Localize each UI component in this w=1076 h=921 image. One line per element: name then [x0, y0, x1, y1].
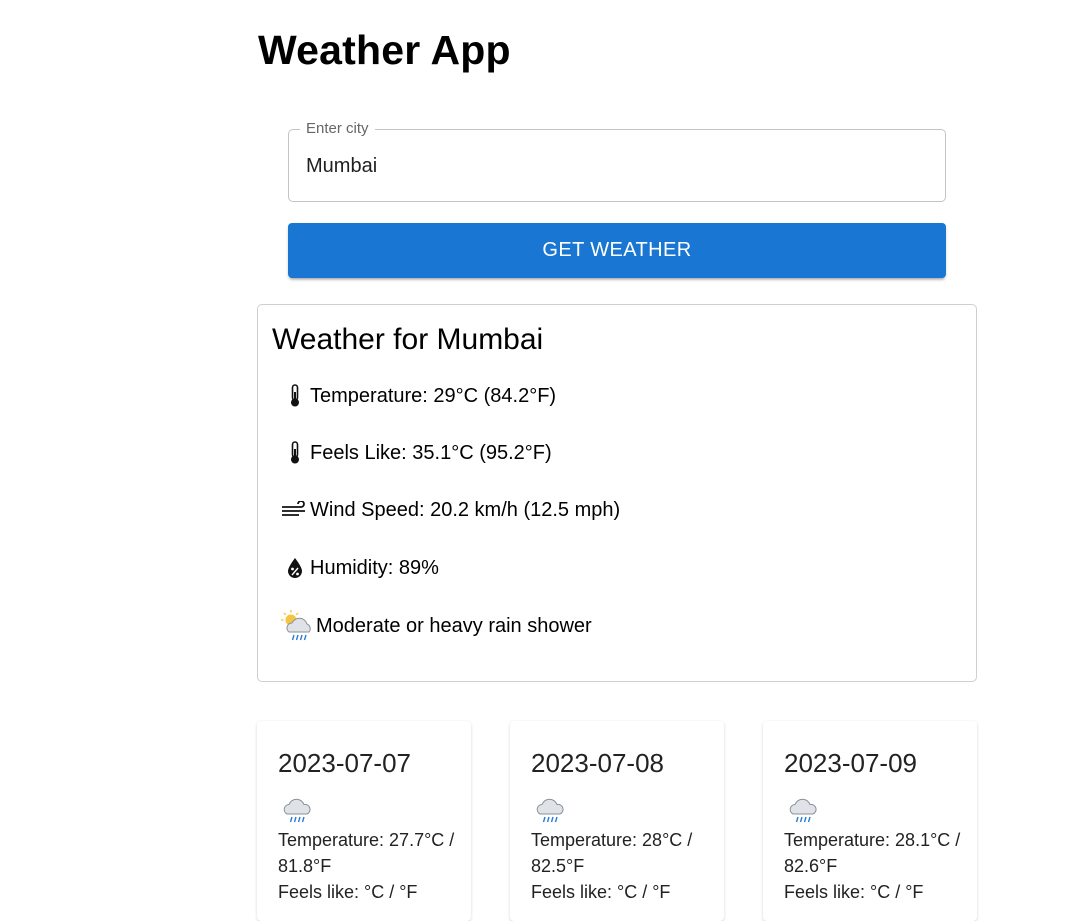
condition-row: Moderate or heavy rain shower	[280, 608, 592, 644]
rain-cloud-icon	[786, 792, 820, 826]
get-weather-button[interactable]: GET WEATHER	[288, 223, 946, 278]
forecast-date: 2023-07-08	[531, 748, 664, 778]
forecast-date: 2023-07-09	[784, 748, 917, 778]
rain-cloud-icon	[280, 792, 314, 826]
forecast-card: 2023-07-07 Temperature: 27.7°C / 81.8°F …	[257, 721, 471, 921]
app-title: Weather App	[258, 27, 511, 73]
city-input[interactable]	[306, 152, 926, 180]
city-field[interactable]: Enter city	[288, 120, 946, 202]
forecast-feels-like: Feels like: °C / °F	[531, 882, 671, 902]
forecast-feels-like: Feels like: °C / °F	[784, 882, 924, 902]
feels-like-text: Feels Like: 35.1°C (95.2°F)	[310, 441, 552, 464]
rain-cloud-icon	[533, 792, 567, 826]
current-weather-title: Weather for Mumbai	[272, 323, 544, 356]
forecast-date: 2023-07-07	[278, 748, 411, 778]
current-weather-card: Weather for Mumbai Temperature: 29°C (84…	[257, 304, 977, 682]
forecast-details: Temperature: 28.1°C / 82.6°F Feels like:…	[784, 827, 964, 905]
feels-like-row: Feels Like: 35.1°C (95.2°F)	[280, 438, 552, 468]
thermometer-icon	[280, 381, 310, 411]
forecast-details: Temperature: 27.7°C / 81.8°F Feels like:…	[278, 827, 458, 905]
temperature-row: Temperature: 29°C (84.2°F)	[280, 381, 556, 411]
wind-row: Wind Speed: 20.2 km/h (12.5 mph)	[280, 495, 620, 525]
humidity-text: Humidity: 89%	[310, 556, 439, 579]
forecast-details: Temperature: 28°C / 82.5°F Feels like: °…	[531, 827, 711, 905]
humidity-drop-icon	[280, 553, 310, 583]
forecast-temperature: Temperature: 28.1°C / 82.6°F	[784, 830, 961, 876]
wind-icon	[280, 495, 310, 525]
humidity-row: Humidity: 89%	[280, 553, 439, 583]
forecast-temperature: Temperature: 27.7°C / 81.8°F	[278, 830, 455, 876]
forecast-card: 2023-07-08 Temperature: 28°C / 82.5°F Fe…	[510, 721, 724, 921]
forecast-feels-like: Feels like: °C / °F	[278, 882, 418, 902]
city-field-label: Enter city	[300, 120, 375, 138]
forecast-temperature: Temperature: 28°C / 82.5°F	[531, 830, 693, 876]
temperature-text: Temperature: 29°C (84.2°F)	[310, 384, 557, 407]
thermometer-icon	[280, 438, 310, 468]
forecast-card: 2023-07-09 Temperature: 28.1°C / 82.6°F …	[763, 721, 977, 921]
sun-cloud-rain-icon	[280, 608, 316, 644]
condition-text: Moderate or heavy rain shower	[316, 614, 592, 637]
wind-text: Wind Speed: 20.2 km/h (12.5 mph)	[310, 498, 621, 521]
